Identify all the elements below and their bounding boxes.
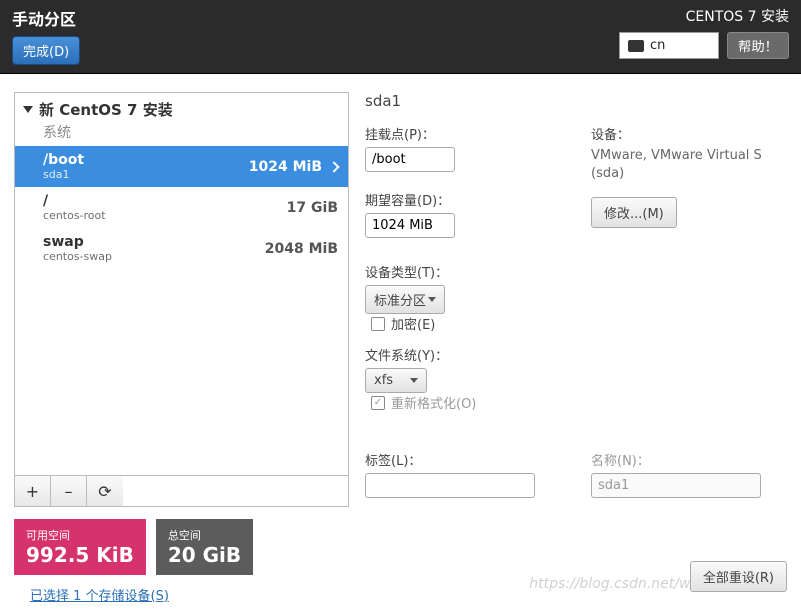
total-space-value: 20 GiB: [168, 543, 241, 567]
keyboard-icon: [628, 40, 644, 52]
detail-title: sda1: [365, 92, 787, 110]
partition-device: centos-swap: [43, 250, 112, 263]
total-space-box: 总空间 20 GiB: [156, 519, 253, 575]
chevron-down-icon: [23, 106, 33, 113]
filesystem-value: xfs: [374, 373, 393, 388]
reformat-label: 重新格式化(O): [391, 393, 476, 412]
chevron-down-icon: [428, 297, 436, 302]
done-button[interactable]: 完成(D): [12, 36, 80, 65]
name-input: [591, 473, 761, 498]
filesystem-label: 文件系统(Y)：: [365, 345, 561, 364]
chevron-down-icon: [410, 378, 418, 383]
partition-row-swap[interactable]: swap centos-swap 2048 MiB: [15, 228, 348, 269]
partition-mount: swap: [43, 234, 112, 250]
page-title: 手动分区: [12, 6, 80, 30]
partition-row-boot[interactable]: /boot sda1 1024 MiB: [15, 146, 348, 187]
free-space-value: 992.5 KiB: [26, 543, 134, 567]
total-space-label: 总空间: [168, 527, 241, 543]
partition-row-root[interactable]: / centos-root 17 GiB: [15, 187, 348, 228]
tree-system-label: 系统: [15, 120, 348, 146]
keyboard-label: cn: [650, 38, 665, 53]
mount-point-input[interactable]: [365, 147, 455, 172]
chevron-right-icon: [328, 161, 339, 172]
remove-button[interactable]: –: [51, 476, 87, 506]
label-label: 标签(L)：: [365, 450, 561, 469]
free-space-box: 可用空间 992.5 KiB: [14, 519, 146, 575]
encrypt-checkbox[interactable]: [371, 317, 385, 331]
mount-point-label: 挂载点(P)：: [365, 124, 561, 143]
installer-title: CENTOS 7 安装: [619, 6, 789, 26]
partition-mount: /: [43, 193, 106, 209]
device-type-select[interactable]: 标准分区: [365, 285, 445, 314]
device-value: VMware, VMware Virtual S (sda): [591, 147, 787, 183]
filesystem-select[interactable]: xfs: [365, 368, 427, 393]
free-space-label: 可用空间: [26, 527, 134, 543]
help-button[interactable]: 帮助！: [727, 32, 789, 59]
capacity-input[interactable]: [365, 213, 455, 238]
capacity-label: 期望容量(D)：: [365, 190, 561, 209]
modify-button[interactable]: 修改...(M): [591, 197, 677, 228]
partition-size: 17 GiB: [287, 200, 338, 216]
reload-button[interactable]: ⟳: [87, 476, 123, 506]
install-tree-title: 新 CentOS 7 安装: [39, 99, 173, 120]
partition-size: 2048 MiB: [265, 241, 338, 257]
partition-device: sda1: [43, 168, 84, 181]
device-label: 设备：: [591, 124, 787, 143]
label-input[interactable]: [365, 473, 535, 498]
reformat-checkbox[interactable]: ✓: [371, 396, 385, 410]
install-tree-header[interactable]: 新 CentOS 7 安装: [15, 93, 348, 120]
name-label: 名称(N)：: [591, 450, 787, 469]
add-button[interactable]: +: [15, 476, 51, 506]
device-type-label: 设备类型(T)：: [365, 262, 561, 281]
storage-devices-link[interactable]: 已选择 1 个存储设备(S): [30, 585, 349, 604]
device-type-value: 标准分区: [374, 290, 426, 309]
partition-device: centos-root: [43, 209, 106, 222]
partition-mount: /boot: [43, 152, 84, 168]
partition-size: 1024 MiB: [249, 159, 322, 175]
encrypt-label: 加密(E): [391, 314, 435, 333]
reset-all-button[interactable]: 全部重设(R): [690, 561, 787, 592]
keyboard-layout[interactable]: cn: [619, 32, 719, 59]
